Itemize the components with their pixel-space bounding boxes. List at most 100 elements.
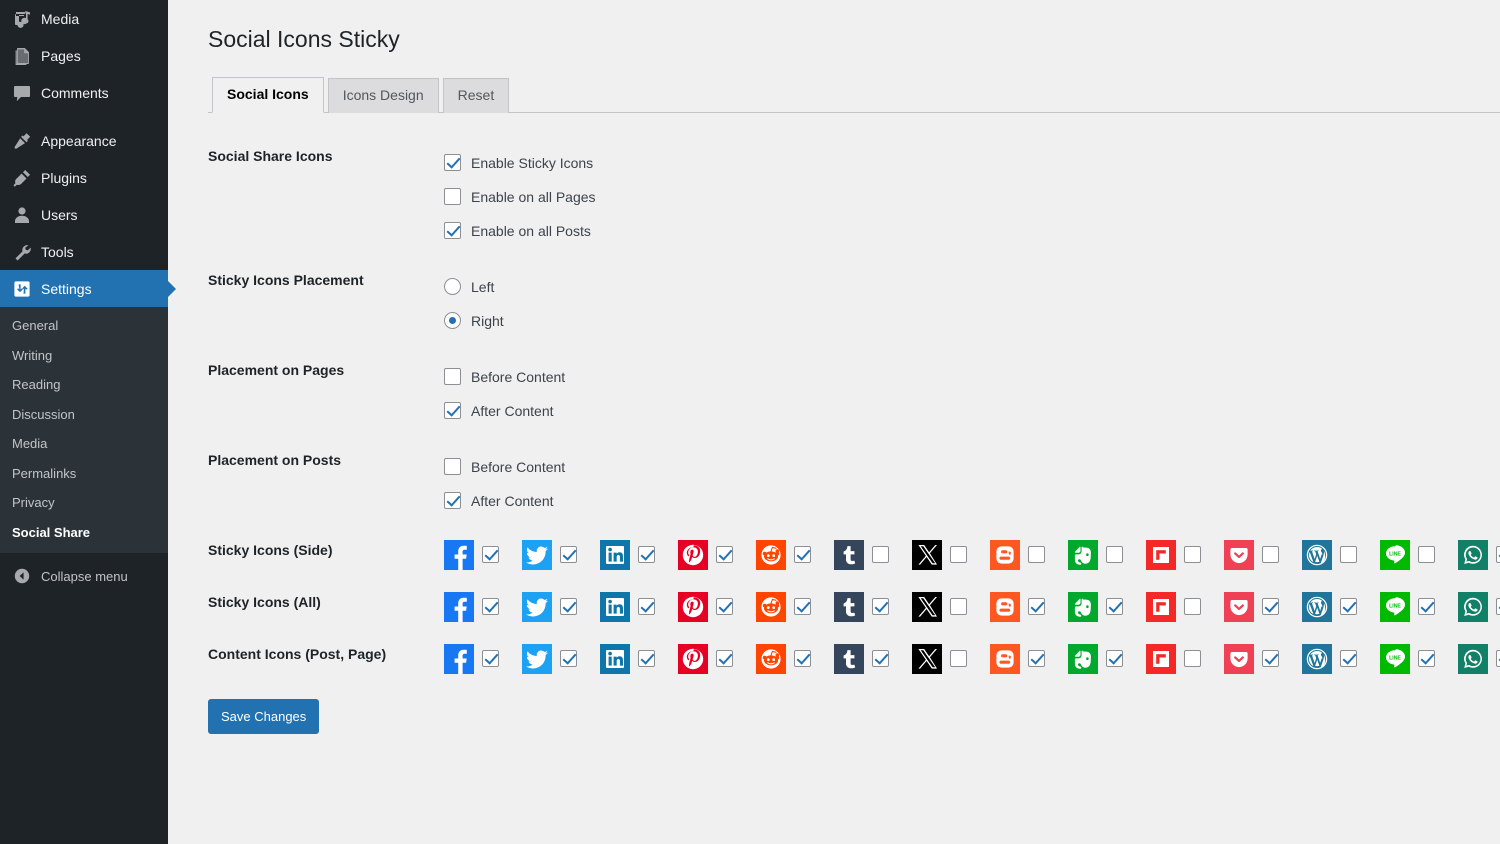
checkbox-x[interactable] [950,598,967,616]
facebook-icon[interactable] [444,539,474,570]
reddit-icon[interactable] [756,643,786,674]
checkbox-twitter[interactable] [560,546,577,564]
radio-left[interactable] [444,278,461,296]
checkbox-blogger[interactable] [1028,546,1045,564]
checkbox-wordpress[interactable] [1340,546,1357,564]
checkbox-pinterest[interactable] [716,546,733,564]
pinterest-icon[interactable] [678,539,708,570]
evernote-icon[interactable] [1068,643,1098,674]
submenu-item-privacy[interactable]: Privacy [0,488,168,518]
line-icon[interactable]: LINE [1380,539,1410,570]
line-icon[interactable]: LINE [1380,643,1410,674]
checkbox-enable-sticky-icons[interactable] [444,154,461,172]
submenu-item-permalinks[interactable]: Permalinks [0,459,168,489]
blogger-icon[interactable] [990,643,1020,674]
tab-reset[interactable]: Reset [442,78,510,113]
checkbox-tumblr[interactable] [872,598,889,616]
checkbox-pocket[interactable] [1262,598,1279,616]
x-icon[interactable] [912,591,942,622]
sidebar-item-pages[interactable]: Pages [0,37,168,74]
sidebar-item-comments[interactable]: Comments [0,74,168,111]
evernote-icon[interactable] [1068,591,1098,622]
checkbox-whatsapp[interactable] [1496,546,1500,564]
twitter-icon[interactable] [522,539,552,570]
checkbox-evernote[interactable] [1106,546,1123,564]
wordpress-icon[interactable] [1302,643,1332,674]
checkbox-x[interactable] [950,546,967,564]
twitter-icon[interactable] [522,591,552,622]
checkbox-pinterest[interactable] [716,598,733,616]
checkbox-pocket[interactable] [1262,650,1279,668]
sidebar-item-tools[interactable]: Tools [0,233,168,270]
tab-icons-design[interactable]: Icons Design [327,78,439,113]
checkbox-reddit[interactable] [794,598,811,616]
checkbox-evernote[interactable] [1106,598,1123,616]
facebook-icon[interactable] [444,643,474,674]
checkbox-flipboard[interactable] [1184,650,1201,668]
checkbox-wordpress[interactable] [1340,650,1357,668]
checkbox-twitter[interactable] [560,650,577,668]
tumblr-icon[interactable] [834,591,864,622]
linkedin-icon[interactable] [600,591,630,622]
submenu-item-reading[interactable]: Reading [0,370,168,400]
flipboard-icon[interactable] [1146,643,1176,674]
linkedin-icon[interactable] [600,643,630,674]
checkbox-evernote[interactable] [1106,650,1123,668]
submenu-item-discussion[interactable]: Discussion [0,400,168,430]
checkbox-tumblr[interactable] [872,650,889,668]
checkbox-after-content[interactable] [444,402,461,420]
line-icon[interactable]: LINE [1380,591,1410,622]
flipboard-icon[interactable] [1146,539,1176,570]
checkbox-wordpress[interactable] [1340,598,1357,616]
sidebar-item-plugins[interactable]: Plugins [0,159,168,196]
checkbox-linkedin[interactable] [638,650,655,668]
checkbox-linkedin[interactable] [638,546,655,564]
pocket-icon[interactable] [1224,539,1254,570]
checkbox-enable-on-all-pages[interactable] [444,188,461,206]
whatsapp-icon[interactable] [1458,591,1488,622]
checkbox-enable-on-all-posts[interactable] [444,222,461,240]
radio-right[interactable] [444,312,461,330]
checkbox-blogger[interactable] [1028,598,1045,616]
x-icon[interactable] [912,643,942,674]
flipboard-icon[interactable] [1146,591,1176,622]
save-changes-button[interactable]: Save Changes [208,698,320,734]
checkbox-after-content[interactable] [444,492,461,510]
evernote-icon[interactable] [1068,539,1098,570]
pocket-icon[interactable] [1224,591,1254,622]
checkbox-pinterest[interactable] [716,650,733,668]
checkbox-before-content[interactable] [444,458,461,476]
x-icon[interactable] [912,539,942,570]
checkbox-tumblr[interactable] [872,546,889,564]
tumblr-icon[interactable] [834,539,864,570]
checkbox-reddit[interactable] [794,546,811,564]
submenu-item-media[interactable]: Media [0,429,168,459]
whatsapp-icon[interactable] [1458,643,1488,674]
checkbox-flipboard[interactable] [1184,598,1201,616]
checkbox-whatsapp[interactable] [1496,650,1500,668]
reddit-icon[interactable] [756,539,786,570]
whatsapp-icon[interactable] [1458,539,1488,570]
wordpress-icon[interactable] [1302,591,1332,622]
checkbox-linkedin[interactable] [638,598,655,616]
checkbox-facebook[interactable] [482,650,499,668]
pinterest-icon[interactable] [678,591,708,622]
twitter-icon[interactable] [522,643,552,674]
sidebar-item-media[interactable]: Media [0,0,168,37]
sidebar-item-appearance[interactable]: Appearance [0,122,168,159]
submenu-item-social-share[interactable]: Social Share [0,518,168,548]
checkbox-line[interactable] [1418,546,1435,564]
tumblr-icon[interactable] [834,643,864,674]
checkbox-line[interactable] [1418,650,1435,668]
checkbox-pocket[interactable] [1262,546,1279,564]
blogger-icon[interactable] [990,591,1020,622]
sidebar-item-settings[interactable]: Settings [0,270,168,307]
facebook-icon[interactable] [444,591,474,622]
wordpress-icon[interactable] [1302,539,1332,570]
checkbox-flipboard[interactable] [1184,546,1201,564]
submenu-item-general[interactable]: General [0,311,168,341]
linkedin-icon[interactable] [600,539,630,570]
blogger-icon[interactable] [990,539,1020,570]
checkbox-before-content[interactable] [444,368,461,386]
checkbox-twitter[interactable] [560,598,577,616]
